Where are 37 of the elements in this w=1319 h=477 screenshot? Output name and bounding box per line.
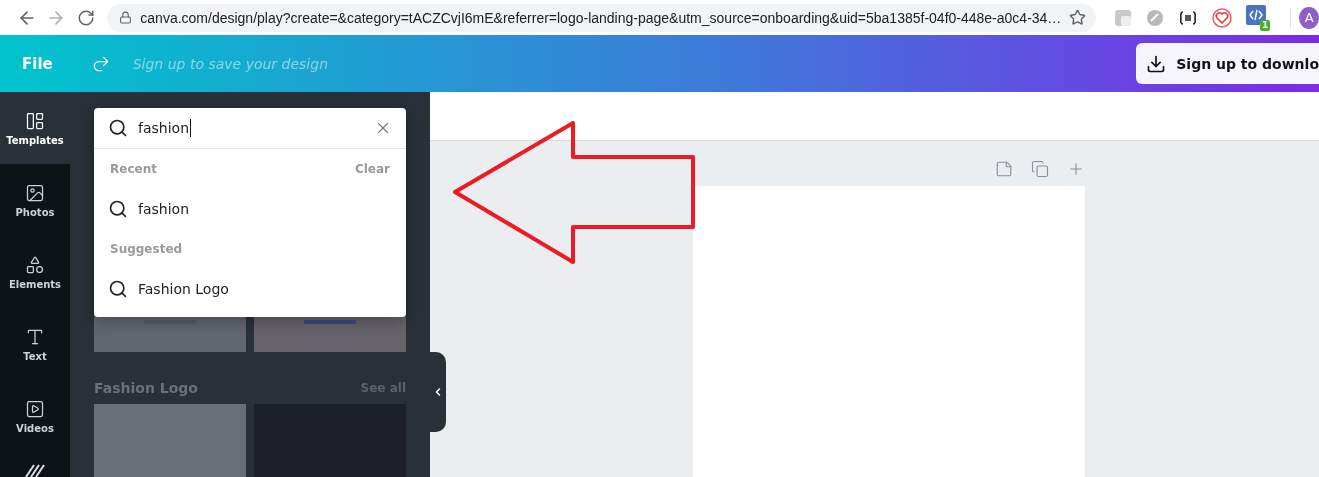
duplicate-button[interactable] [1031,160,1049,178]
section-label: Suggested [110,242,183,256]
sidebar-item[interactable]: Text [0,308,70,380]
note-button[interactable] [995,160,1013,178]
url-text: canva.com/design/play?create=&category=tACZCvjI6mE&referrer=logo-landing-page&utm_source=onboarding&uid=5ba1385f-04f0-448e-a0c4-34… [140,9,1062,26]
bookmark-star-icon[interactable] [1069,9,1087,26]
lock-icon [119,11,133,24]
download-button[interactable]: Sign up to downlo [1136,43,1319,84]
stripes-icon [25,464,45,477]
sidebar-item[interactable]: Photos [0,164,70,236]
address-bar[interactable]: canva.com/design/play?create=&category=tACZCvjI6mE&referrer=logo-landing-page&utm_source=onboarding&uid=5ba1385f-04f0-448e-a0c4-34… [107,3,1097,32]
sidebar-item[interactable]: Templates [0,92,70,164]
shapes-icon [25,254,45,275]
video-icon [25,398,45,419]
section-heading: Fashion Logo [94,380,198,396]
search-field[interactable]: fashion [94,108,406,149]
sidebar-item[interactable]: Videos [0,380,70,452]
copy-icon [1031,160,1049,178]
notification-badge: 1 [1260,19,1271,31]
extension-icon[interactable] [1178,10,1199,25]
search-icon [108,199,128,219]
suggestion-item[interactable]: Fashion Logo [94,269,406,309]
add-page-button[interactable] [1067,160,1085,178]
layout-icon [25,110,45,131]
search-icon [108,118,128,138]
plus-icon [1067,160,1085,178]
section-label: Recent [110,162,157,176]
suggestion-item[interactable]: fashion [94,189,406,229]
sidebar-item[interactable]: Elements [0,236,70,308]
reload-icon [76,8,95,27]
search-text: fashion [138,119,191,137]
image-icon [25,182,45,203]
note-icon [995,160,1013,178]
profile-avatar[interactable]: A [1299,6,1319,29]
collapse-handle[interactable] [430,352,446,432]
download-icon [1146,53,1167,74]
search-icon [108,279,128,299]
